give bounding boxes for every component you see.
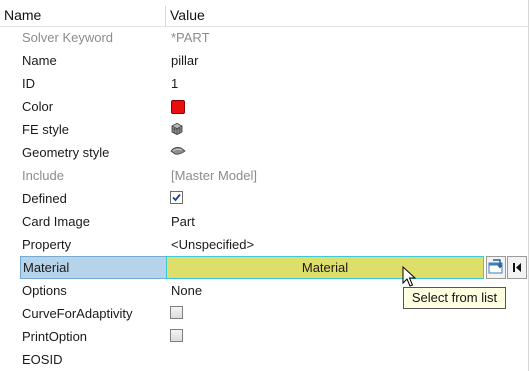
- row-label: Geometry style: [22, 145, 110, 160]
- tooltip: Select from list: [403, 287, 506, 309]
- row-label: ID: [22, 76, 35, 91]
- property-value[interactable]: <Unspecified>: [171, 237, 254, 252]
- material-label-cell[interactable]: Material: [20, 256, 167, 279]
- row-card-image[interactable]: Card Image Part: [0, 210, 528, 233]
- column-divider[interactable]: [165, 6, 166, 26]
- row-label: Options: [22, 283, 67, 298]
- material-selector-button[interactable]: Material: [166, 256, 484, 279]
- row-print-option[interactable]: PrintOption: [0, 325, 528, 348]
- print-option-checkbox[interactable]: [170, 329, 183, 342]
- row-name[interactable]: Name pillar: [0, 49, 528, 72]
- color-swatch[interactable]: [171, 100, 185, 114]
- row-defined[interactable]: Defined: [0, 187, 528, 210]
- row-label: Color: [22, 99, 54, 114]
- row-solver-keyword: Solver Keyword *PART: [0, 26, 528, 49]
- row-label: FE style: [22, 122, 69, 137]
- row-id[interactable]: ID 1: [0, 72, 528, 95]
- value-column-header[interactable]: Value: [170, 7, 205, 23]
- panel-right-border: [528, 0, 529, 371]
- row-label: Defined: [22, 191, 67, 206]
- id-value[interactable]: 1: [171, 76, 178, 91]
- fe-style-shaded-cube-icon[interactable]: [170, 122, 184, 139]
- curve-for-adaptivity-checkbox[interactable]: [170, 306, 183, 319]
- row-label: Solver Keyword: [22, 30, 114, 45]
- row-material[interactable]: Material Material: [0, 256, 528, 279]
- row-label: Material: [23, 260, 70, 275]
- checkmark-icon: [172, 193, 181, 202]
- row-geometry-style[interactable]: Geometry style: [0, 141, 528, 164]
- row-label: Name: [22, 53, 57, 68]
- properties-panel: Name Value Solver Keyword *PART Name pil…: [0, 0, 530, 371]
- row-property[interactable]: Property <Unspecified>: [0, 233, 528, 256]
- row-label: CurveForAdaptivity: [22, 306, 133, 321]
- card-image-value[interactable]: Part: [171, 214, 195, 229]
- row-label: Card Image: [22, 214, 90, 229]
- row-fe-style[interactable]: FE style: [0, 118, 528, 141]
- geometry-style-shaded-icon[interactable]: [170, 145, 186, 160]
- go-to-first-icon[interactable]: [507, 256, 527, 279]
- name-value[interactable]: pillar: [171, 53, 198, 68]
- select-from-list-icon[interactable]: [486, 256, 506, 279]
- row-label: Property: [22, 237, 72, 252]
- row-label: PrintOption: [22, 329, 88, 344]
- row-color[interactable]: Color: [0, 95, 528, 118]
- options-value[interactable]: None: [171, 283, 202, 298]
- row-label: EOSID: [22, 352, 63, 367]
- include-value: [Master Model]: [171, 168, 257, 183]
- name-column-header[interactable]: Name: [4, 7, 41, 23]
- row-include: Include [Master Model]: [0, 164, 528, 187]
- row-label: Include: [22, 168, 64, 183]
- row-eosid[interactable]: EOSID: [0, 348, 528, 371]
- row-value: *PART: [171, 30, 210, 45]
- table-header: Name Value: [0, 2, 528, 27]
- defined-checkbox[interactable]: [170, 191, 183, 204]
